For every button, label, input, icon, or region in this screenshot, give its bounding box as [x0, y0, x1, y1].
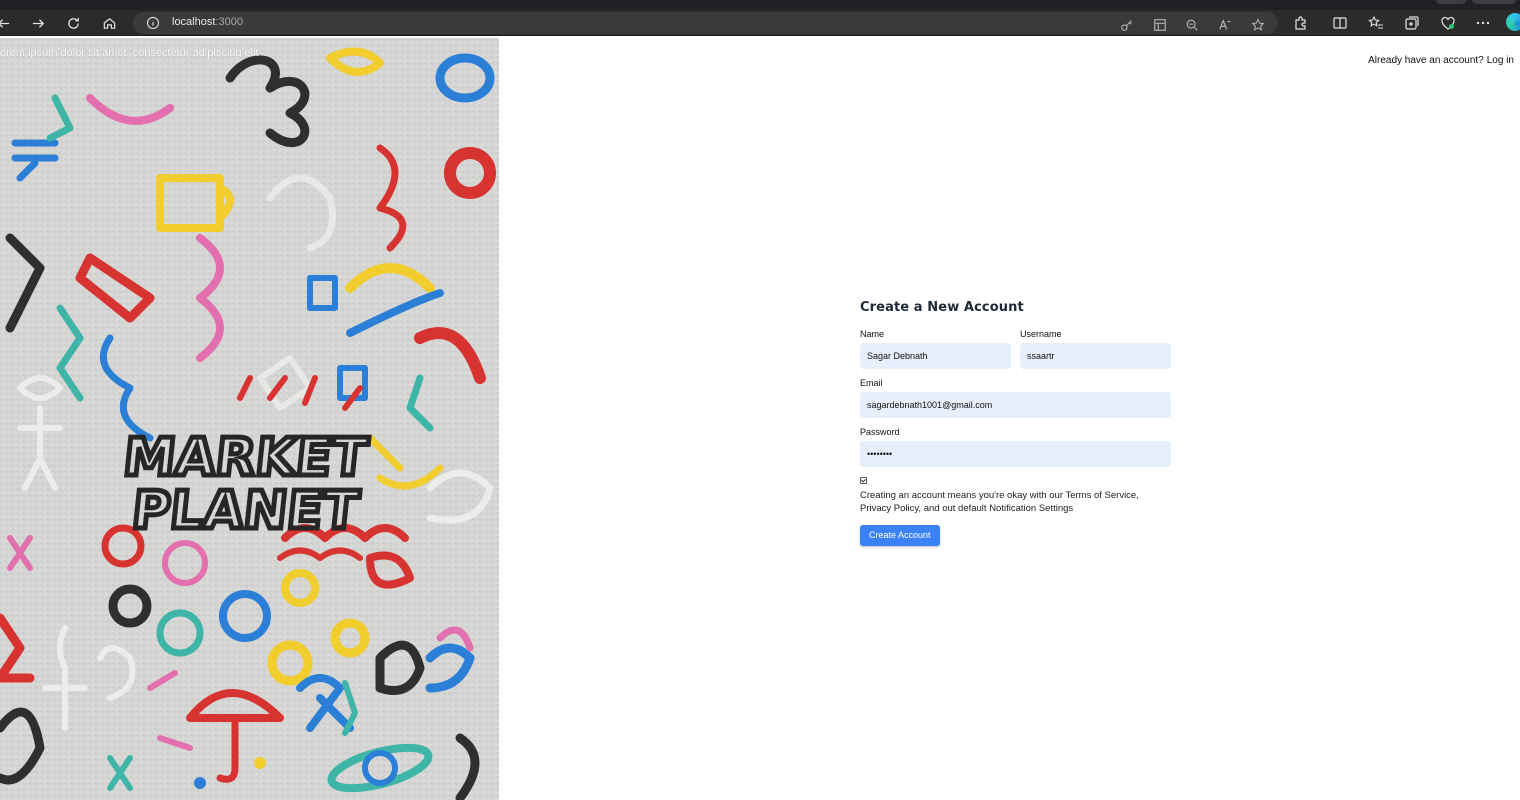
key-icon[interactable]: [1120, 17, 1134, 31]
graffiti-illustration: MARKET PLANET: [0, 38, 499, 800]
refresh-icon[interactable]: [62, 13, 84, 33]
edge-copilot-icon[interactable]: [1506, 13, 1520, 31]
create-account-button[interactable]: Create Account: [860, 525, 940, 546]
username-input[interactable]: [1020, 343, 1171, 369]
hero-caption: orem ipsum dolor sit amet, consectetur a…: [0, 47, 259, 59]
favorite-star-icon[interactable]: [1251, 17, 1265, 31]
read-aloud-icon[interactable]: [1218, 17, 1232, 31]
url-text[interactable]: localhost:3000: [172, 16, 243, 28]
extensions-icon[interactable]: [1293, 15, 1309, 31]
more-icon[interactable]: [1475, 15, 1491, 31]
window-control[interactable]: [1472, 0, 1516, 4]
password-label: Password: [860, 427, 900, 437]
username-field-group: Username: [1020, 329, 1171, 369]
form-title: Create a New Account: [860, 300, 1024, 315]
name-input[interactable]: [860, 343, 1011, 369]
terms-text: Creating an account means you're okay wi…: [860, 490, 1139, 514]
email-input[interactable]: [860, 392, 1171, 418]
home-icon[interactable]: [98, 13, 120, 33]
login-link[interactable]: Log in: [1487, 55, 1514, 66]
performance-icon[interactable]: [1440, 15, 1456, 31]
svg-text:PLANET: PLANET: [129, 481, 362, 541]
username-label: Username: [1020, 329, 1062, 339]
favorites-icon[interactable]: [1368, 15, 1384, 31]
email-field-group: Email: [860, 378, 1171, 418]
forward-icon[interactable]: [27, 13, 49, 33]
name-label: Name: [860, 329, 885, 339]
hero-graffiti-image: MARKET PLANET: [0, 38, 499, 800]
password-input[interactable]: [860, 441, 1171, 467]
login-prompt: Already have an account? Log in: [1368, 55, 1514, 66]
login-prompt-text: Already have an account?: [1368, 55, 1484, 66]
email-label: Email: [860, 378, 883, 388]
collections-icon[interactable]: [1404, 15, 1420, 31]
browser-toolbar: localhost:3000: [0, 10, 1520, 36]
app-icon[interactable]: [1153, 17, 1167, 31]
terms-agreement: Creating an account means you're okay wi…: [860, 477, 1171, 515]
svg-text:MARKET: MARKET: [121, 428, 371, 488]
zoom-out-icon[interactable]: [1185, 17, 1199, 31]
terms-checkbox[interactable]: [860, 477, 867, 484]
signup-form: Create a New Account Name Username Email…: [860, 300, 1171, 546]
window-control[interactable]: [1436, 0, 1466, 4]
password-field-group: Password: [860, 427, 1171, 467]
split-screen-icon[interactable]: [1332, 15, 1348, 31]
name-field-group: Name: [860, 329, 1011, 369]
address-bar[interactable]: localhost:3000: [133, 12, 1278, 34]
back-icon[interactable]: [0, 13, 14, 33]
info-icon[interactable]: [146, 16, 160, 30]
window-title-strip: [0, 0, 1520, 10]
